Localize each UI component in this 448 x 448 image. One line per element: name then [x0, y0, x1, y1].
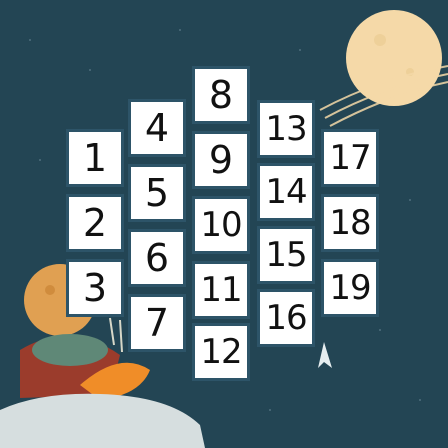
- game-scene: 1 2 3 4 5 6 7 8 9 10 11 12 13 14 15 16 17 18 19: [0, 0, 448, 448]
- puzzle-tile-4[interactable]: 4: [128, 99, 186, 157]
- puzzle-tile-3[interactable]: 3: [66, 259, 124, 317]
- puzzle-tile-12[interactable]: 12: [192, 323, 250, 381]
- puzzle-tile-7[interactable]: 7: [128, 294, 186, 352]
- puzzle-tile-1[interactable]: 1: [66, 129, 124, 187]
- puzzle-tile-19[interactable]: 19: [321, 259, 379, 317]
- puzzle-tile-17[interactable]: 17: [321, 129, 379, 187]
- puzzle-tile-18[interactable]: 18: [321, 194, 379, 252]
- small-rocket-icon: [318, 342, 332, 368]
- puzzle-tile-15[interactable]: 15: [257, 226, 315, 284]
- puzzle-tile-10[interactable]: 10: [192, 196, 250, 254]
- puzzle-tile-2[interactable]: 2: [66, 194, 124, 252]
- puzzle-tile-5[interactable]: 5: [128, 164, 186, 222]
- ground: [0, 393, 205, 448]
- puzzle-tile-8[interactable]: 8: [192, 66, 250, 124]
- puzzle-tile-16[interactable]: 16: [257, 289, 315, 347]
- puzzle-tile-6[interactable]: 6: [128, 229, 186, 287]
- puzzle-tile-9[interactable]: 9: [192, 131, 250, 189]
- puzzle-tile-14[interactable]: 14: [257, 163, 315, 221]
- puzzle-tile-13[interactable]: 13: [257, 100, 315, 158]
- puzzle-tile-11[interactable]: 11: [192, 261, 250, 319]
